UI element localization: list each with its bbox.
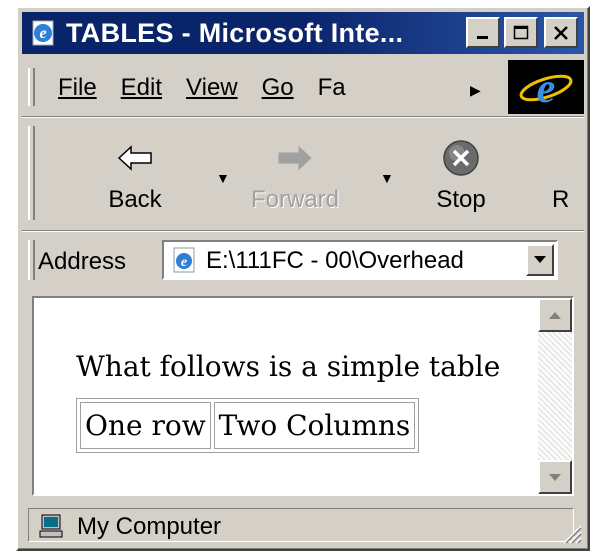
scroll-up-button[interactable]: [538, 298, 572, 332]
minimize-button[interactable]: [466, 17, 500, 48]
page-intro-text: What follows is a simple table: [76, 350, 501, 383]
back-dropdown[interactable]: ▼: [216, 170, 230, 186]
browser-window: e TABLES - Microsoft Inte... File Edit V…: [16, 6, 590, 551]
menu-go[interactable]: Go: [262, 74, 294, 102]
address-input[interactable]: e E:\111FC - 00\Overhead: [162, 240, 558, 280]
menu-view[interactable]: View: [186, 74, 238, 102]
menubar-grip[interactable]: [28, 68, 35, 106]
stop-button[interactable]: Stop: [406, 124, 516, 224]
simple-table: One row Two Columns: [76, 398, 420, 453]
refresh-button[interactable]: R: [532, 124, 584, 224]
stop-icon: [443, 140, 479, 176]
table-row: One row Two Columns: [80, 402, 416, 449]
menu-edit[interactable]: Edit: [121, 74, 162, 102]
computer-icon: [39, 514, 63, 538]
addressbar-grip[interactable]: [28, 240, 35, 280]
back-button[interactable]: Back: [80, 124, 190, 224]
svg-text:e: e: [537, 66, 556, 110]
forward-arrow-icon: [278, 145, 312, 171]
table-cell: One row: [80, 402, 211, 449]
svg-text:e: e: [181, 255, 187, 270]
menu-bar: File Edit View Go Fa ▶ e: [22, 60, 584, 114]
status-zone-panel: My Computer: [28, 508, 574, 542]
forward-button[interactable]: Forward: [240, 124, 350, 224]
address-bar: Address e E:\111FC - 00\Overhead: [22, 234, 584, 286]
address-dropdown-button[interactable]: [526, 244, 554, 276]
page-content[interactable]: What follows is a simple table One row T…: [32, 296, 574, 496]
chevron-right-icon[interactable]: ▶: [470, 82, 481, 99]
address-label: Address: [38, 248, 127, 275]
window-title: TABLES - Microsoft Inte...: [66, 17, 404, 48]
stop-label: Stop: [436, 186, 486, 213]
maximize-icon: [513, 25, 529, 39]
maximize-button[interactable]: [504, 17, 538, 48]
status-zone-text: My Computer: [77, 513, 222, 540]
scroll-up-icon: [549, 311, 561, 319]
table-cell: Two Columns: [213, 402, 416, 449]
separator: [22, 230, 584, 232]
status-bar: My Computer: [22, 504, 584, 546]
menu-favorites[interactable]: Fa: [318, 74, 346, 102]
toolbar-grip[interactable]: [28, 126, 35, 220]
scroll-down-icon: [549, 473, 561, 481]
close-button[interactable]: [544, 17, 578, 48]
forward-label: Forward: [250, 186, 340, 213]
svg-text:e: e: [39, 25, 46, 42]
minimize-icon: [477, 35, 488, 39]
back-arrow-icon: [117, 145, 152, 171]
forward-dropdown[interactable]: ▼: [380, 170, 394, 186]
back-label: Back: [108, 186, 162, 213]
refresh-label: R: [552, 186, 570, 213]
close-icon: [554, 25, 568, 40]
title-bar[interactable]: e TABLES - Microsoft Inte...: [22, 12, 584, 54]
ie-page-icon[interactable]: e: [26, 16, 60, 50]
chevron-down-icon: [534, 256, 546, 263]
address-value: E:\111FC - 00\Overhead: [206, 247, 464, 274]
scroll-down-button[interactable]: [538, 460, 572, 494]
menu-file[interactable]: File: [58, 74, 97, 102]
resize-grip-icon[interactable]: [560, 522, 582, 544]
vertical-scrollbar[interactable]: [538, 298, 572, 494]
ie-logo-icon: e: [508, 60, 584, 114]
standard-toolbar: Back ▼ Forward ▼ Stop R: [22, 118, 584, 230]
ie-page-icon: e: [173, 247, 195, 273]
